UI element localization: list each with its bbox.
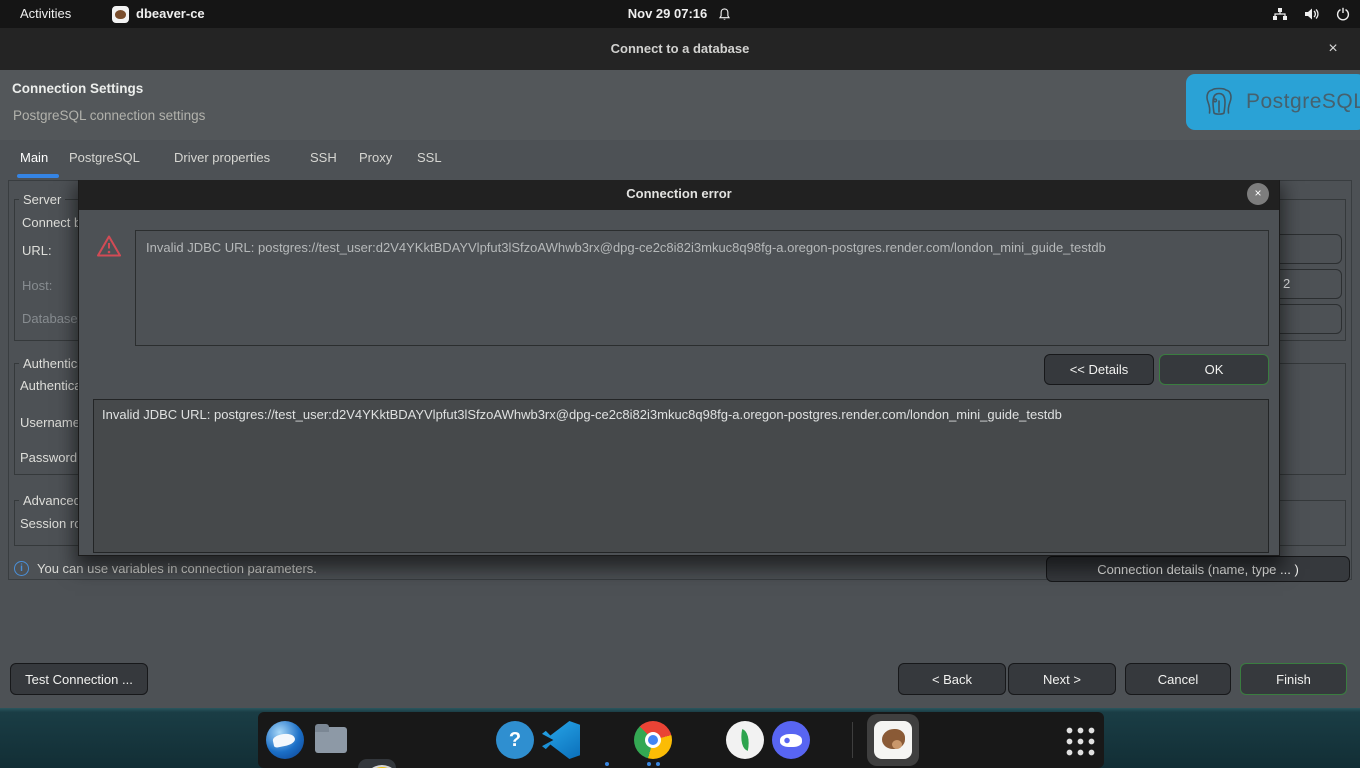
page-title: Connection Settings: [12, 81, 143, 96]
chrome-running-dots: [634, 762, 672, 766]
connection-details-button[interactable]: Connection details (name, type ... ): [1046, 556, 1350, 582]
port-input-value: 2: [1283, 276, 1290, 291]
active-tab-underline: [17, 174, 59, 178]
network-icon: [1272, 7, 1288, 21]
server-group-label: Server: [19, 192, 65, 207]
window-close-button[interactable]: ×: [1318, 28, 1348, 70]
chrome-icon[interactable]: [634, 721, 672, 759]
postgresql-logo-label: PostgreSQL: [1246, 90, 1360, 114]
desktop: Activities dbeaver-ce Nov 29 07:16: [0, 0, 1360, 768]
finish-button[interactable]: Finish: [1240, 663, 1347, 695]
dbeaver-active-slot[interactable]: [867, 714, 919, 766]
cancel-button[interactable]: Cancel: [1125, 663, 1231, 695]
username-label: Username:: [20, 415, 84, 430]
info-icon: i: [14, 561, 29, 576]
advanced-group-label: Advanced: [19, 493, 85, 508]
connection-tabs: Main PostgreSQL Driver properties SSH Pr…: [0, 140, 1360, 180]
tab-driver-properties[interactable]: Driver properties: [174, 150, 270, 172]
discord-icon[interactable]: [772, 721, 810, 759]
bell-icon: [717, 7, 732, 22]
page-subtitle: PostgreSQL connection settings: [13, 108, 205, 123]
thunderbird-icon[interactable]: [266, 721, 304, 759]
dock-separator: [852, 722, 853, 758]
test-connection-button[interactable]: Test Connection ...: [10, 663, 148, 695]
url-label: URL:: [22, 243, 52, 258]
hint-text: You can use variables in connection para…: [37, 561, 317, 576]
tab-postgresql[interactable]: PostgreSQL: [69, 150, 140, 172]
dbeaver-icon[interactable]: [874, 721, 912, 759]
host-label: Host:: [22, 278, 52, 293]
wizard-header: Connection Settings PostgreSQL connectio…: [0, 70, 1360, 140]
password-label: Password:: [20, 450, 81, 465]
tab-proxy[interactable]: Proxy: [359, 150, 392, 172]
ok-button[interactable]: OK: [1159, 354, 1269, 385]
power-icon: [1336, 7, 1350, 21]
tab-main[interactable]: Main: [20, 150, 48, 172]
warning-icon: [96, 234, 122, 261]
error-details-text[interactable]: Invalid JDBC URL: postgres://test_user:d…: [93, 399, 1269, 553]
window-title-bar[interactable]: Connect to a database ×: [0, 28, 1360, 70]
tab-ssl[interactable]: SSL: [417, 150, 442, 172]
back-button[interactable]: < Back: [898, 663, 1006, 695]
compass-icon[interactable]: [726, 721, 764, 759]
system-top-bar: Activities dbeaver-ce Nov 29 07:16: [0, 0, 1360, 28]
dialog-title-bar[interactable]: Connection error ×: [79, 178, 1279, 210]
dialog-title: Connection error: [79, 178, 1279, 210]
error-message-box[interactable]: Invalid JDBC URL: postgres://test_user:d…: [135, 230, 1269, 346]
terminal-running-dots: [588, 762, 626, 766]
help-icon[interactable]: ?: [496, 721, 534, 759]
database-label: Database:: [22, 311, 81, 326]
hint-row: i You can use variables in connection pa…: [14, 558, 317, 578]
tab-ssh[interactable]: SSH: [310, 150, 337, 172]
vscode-icon[interactable]: [542, 721, 580, 759]
clock-menu[interactable]: Nov 29 07:16: [0, 0, 1360, 28]
dialog-close-button[interactable]: ×: [1247, 183, 1269, 205]
next-button[interactable]: Next >: [1008, 663, 1116, 695]
dock-panel: A ? >_ + − = ♻: [258, 712, 1104, 768]
window-title: Connect to a database: [0, 28, 1360, 70]
connection-error-dialog: Connection error × Invalid JDBC URL: pos…: [78, 177, 1280, 556]
app-grid-icon[interactable]: [1060, 721, 1098, 759]
details-toggle-button[interactable]: << Details: [1044, 354, 1154, 385]
volume-icon: [1304, 7, 1320, 21]
dock-strip: A ? >_ + − = ♻: [0, 708, 1360, 768]
clock-label: Nov 29 07:16: [628, 0, 708, 28]
postgresql-logo: PostgreSQL: [1186, 74, 1360, 130]
rhythmbox-icon[interactable]: [358, 759, 396, 768]
postgresql-elephant-icon: [1202, 84, 1236, 121]
files-icon[interactable]: [312, 721, 350, 759]
system-status-area[interactable]: [1272, 0, 1350, 28]
